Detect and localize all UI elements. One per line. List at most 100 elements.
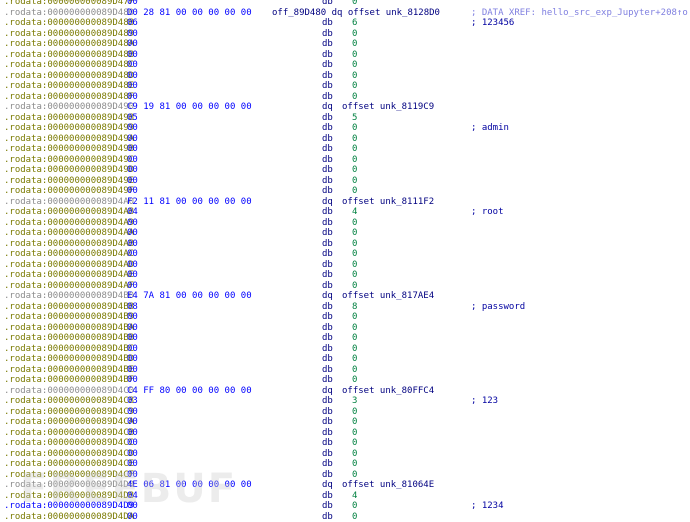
listing-row[interactable]: .rodata:000000000089D49E00db0	[4, 176, 690, 187]
listing-row[interactable]: .rodata:000000000089D48F00db0	[4, 92, 690, 103]
address[interactable]: .rodata:000000000089D499	[4, 123, 134, 134]
address[interactable]: .rodata:000000000089D48B	[4, 50, 134, 61]
listing-row[interactable]: .rodata:000000000089D4AB00db0	[4, 239, 690, 250]
address[interactable]: .rodata:000000000089D490	[4, 102, 134, 113]
address[interactable]: .rodata:000000000089D49A	[4, 134, 134, 145]
address[interactable]: .rodata:000000000089D4C0	[4, 386, 134, 397]
address[interactable]: .rodata:000000000089D4AF	[4, 281, 134, 292]
address[interactable]: .rodata:000000000089D49B	[4, 144, 134, 155]
address[interactable]: .rodata:000000000089D480	[4, 8, 134, 19]
listing-row[interactable]: .rodata:000000000089D4BD00db0	[4, 354, 690, 365]
offset-operand[interactable]: offset unk_8111F2	[342, 197, 434, 208]
listing-row[interactable]: .rodata:000000000089D48E00db0	[4, 81, 690, 92]
listing-row[interactable]: .rodata:000000000089D4A804db4; root	[4, 207, 690, 218]
listing-row[interactable]: .rodata:000000000089D4C803db3; 123	[4, 396, 690, 407]
listing-row[interactable]: .rodata:000000000089D4AA00db0	[4, 228, 690, 239]
listing-row[interactable]: .rodata:000000000089D49D00db0	[4, 165, 690, 176]
listing-row[interactable]: .rodata:000000000089D4BF00db0	[4, 375, 690, 386]
address[interactable]: .rodata:000000000089D4C8	[4, 396, 134, 407]
address[interactable]: .rodata:000000000089D48E	[4, 81, 134, 92]
address[interactable]: .rodata:000000000089D48F	[4, 92, 134, 103]
address[interactable]: .rodata:000000000089D4CD	[4, 449, 134, 460]
address[interactable]: .rodata:000000000089D4BF	[4, 375, 134, 386]
address[interactable]: .rodata:000000000089D49D	[4, 165, 134, 176]
address[interactable]: .rodata:000000000089D488	[4, 18, 134, 29]
listing-row[interactable]: .rodata:000000000089D48D00db0	[4, 71, 690, 82]
listing-row[interactable]: .rodata:000000000089D4AC00db0	[4, 249, 690, 260]
listing-row[interactable]: .rodata:000000000089D49A00db0	[4, 134, 690, 145]
address[interactable]: .rodata:000000000089D48A	[4, 39, 134, 50]
listing-row[interactable]: .rodata:000000000089D4C900db0	[4, 407, 690, 418]
address[interactable]: .rodata:000000000089D4CB	[4, 428, 134, 439]
address[interactable]: .rodata:000000000089D4AA	[4, 228, 134, 239]
address[interactable]: .rodata:000000000089D4B8	[4, 302, 134, 313]
listing-row[interactable]: .rodata:000000000089D49900db0; admin	[4, 123, 690, 134]
disassembly-listing[interactable]: .rodata:000000000089D47F00db0.rodata:000…	[4, 0, 690, 522]
listing-row[interactable]: .rodata:000000000089D48C00db0	[4, 60, 690, 71]
listing-row[interactable]: .rodata:000000000089D4CB00db0	[4, 428, 690, 439]
listing-row[interactable]: .rodata:000000000089D47F00db0	[4, 0, 690, 8]
data-label[interactable]: off_89D480 dq offset unk_8128D0	[272, 8, 440, 19]
listing-row-dq[interactable]: .rodata:000000000089D490C9 19 81 00 00 0…	[4, 102, 690, 113]
offset-operand[interactable]: offset unk_817AE4	[342, 291, 434, 302]
address[interactable]: .rodata:000000000089D4CC	[4, 438, 134, 449]
listing-row[interactable]: .rodata:000000000089D48900db0	[4, 29, 690, 40]
listing-row-dq[interactable]: .rodata:000000000089D480D0 28 81 00 00 0…	[4, 8, 690, 19]
listing-row-dq[interactable]: .rodata:000000000089D4B0E4 7A 81 00 00 0…	[4, 291, 690, 302]
listing-row[interactable]: .rodata:000000000089D4DA00db0	[4, 512, 690, 522]
listing-row-dq[interactable]: .rodata:000000000089D4C0C4 FF 80 00 00 0…	[4, 386, 690, 397]
address[interactable]: .rodata:000000000089D4A0	[4, 197, 134, 208]
listing-row[interactable]: .rodata:000000000089D49C00db0	[4, 155, 690, 166]
listing-row[interactable]: .rodata:000000000089D4CA00db0	[4, 417, 690, 428]
listing-row[interactable]: .rodata:000000000089D4B900db0	[4, 312, 690, 323]
listing-row[interactable]: .rodata:000000000089D4B808db8; password	[4, 302, 690, 313]
address[interactable]: .rodata:000000000089D49C	[4, 155, 134, 166]
address[interactable]: .rodata:000000000089D4DA	[4, 512, 134, 522]
offset-operand[interactable]: offset unk_8119C9	[342, 102, 434, 113]
listing-row[interactable]: .rodata:000000000089D48B00db0	[4, 50, 690, 61]
listing-row[interactable]: .rodata:000000000089D4CD00db0	[4, 449, 690, 460]
address[interactable]: .rodata:000000000089D48C	[4, 60, 134, 71]
listing-row[interactable]: .rodata:000000000089D4BE00db0	[4, 365, 690, 376]
address[interactable]: .rodata:000000000089D4AB	[4, 239, 134, 250]
listing-row[interactable]: .rodata:000000000089D49805db5	[4, 113, 690, 124]
listing-row[interactable]: .rodata:000000000089D49B00db0	[4, 144, 690, 155]
listing-row[interactable]: .rodata:000000000089D4BA00db0	[4, 323, 690, 334]
address[interactable]: .rodata:000000000089D4BC	[4, 344, 134, 355]
address[interactable]: .rodata:000000000089D4A8	[4, 207, 134, 218]
address[interactable]: .rodata:000000000089D4AD	[4, 260, 134, 271]
address[interactable]: .rodata:000000000089D4B9	[4, 312, 134, 323]
address[interactable]: .rodata:000000000089D4A9	[4, 218, 134, 229]
address[interactable]: .rodata:000000000089D48D	[4, 71, 134, 82]
offset-operand[interactable]: offset unk_80FFC4	[342, 386, 434, 397]
listing-row[interactable]: .rodata:000000000089D4CC00db0	[4, 438, 690, 449]
address[interactable]: .rodata:000000000089D4BB	[4, 333, 134, 344]
mnemonic: db	[322, 134, 333, 145]
address[interactable]: .rodata:000000000089D4CA	[4, 417, 134, 428]
address[interactable]: .rodata:000000000089D4C9	[4, 407, 134, 418]
address[interactable]: .rodata:000000000089D4BE	[4, 365, 134, 376]
xref-comment[interactable]: ; DATA XREF: hello_src_exp_Jupyter+208↑o	[471, 8, 688, 19]
address[interactable]: .rodata:000000000089D4BA	[4, 323, 134, 334]
listing-row[interactable]: .rodata:000000000089D4AF00db0	[4, 281, 690, 292]
listing-row-dq[interactable]: .rodata:000000000089D4A0F2 11 81 00 00 0…	[4, 197, 690, 208]
address[interactable]: .rodata:000000000089D47F	[4, 0, 134, 8]
listing-row[interactable]: .rodata:000000000089D4AE00db0	[4, 270, 690, 281]
address[interactable]: .rodata:000000000089D49F	[4, 186, 134, 197]
listing-row[interactable]: .rodata:000000000089D4A900db0	[4, 218, 690, 229]
address[interactable]: .rodata:000000000089D4BD	[4, 354, 134, 365]
address[interactable]: .rodata:000000000089D489	[4, 29, 134, 40]
address[interactable]: .rodata:000000000089D4B0	[4, 291, 134, 302]
listing-row[interactable]: .rodata:000000000089D48806db6; 123456	[4, 18, 690, 29]
mnemonic: db	[322, 333, 333, 344]
listing-row[interactable]: .rodata:000000000089D4BB00db0	[4, 333, 690, 344]
address[interactable]: .rodata:000000000089D4AE	[4, 270, 134, 281]
listing-row[interactable]: .rodata:000000000089D4AD00db0	[4, 260, 690, 271]
offset-operand[interactable]: offset unk_81064E	[342, 480, 434, 491]
listing-row[interactable]: .rodata:000000000089D49F00db0	[4, 186, 690, 197]
listing-row[interactable]: .rodata:000000000089D48A00db0	[4, 39, 690, 50]
address[interactable]: .rodata:000000000089D49E	[4, 176, 134, 187]
address[interactable]: .rodata:000000000089D4AC	[4, 249, 134, 260]
listing-row[interactable]: .rodata:000000000089D4BC00db0	[4, 344, 690, 355]
address[interactable]: .rodata:000000000089D498	[4, 113, 134, 124]
